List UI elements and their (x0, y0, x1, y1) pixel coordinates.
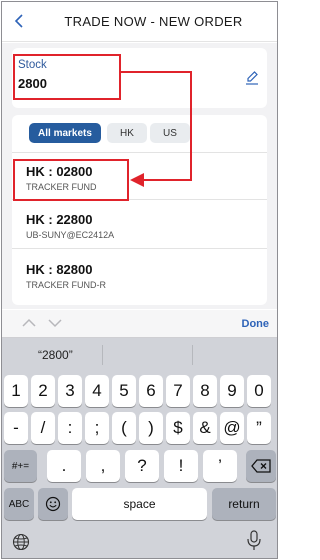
key-semicolon[interactable]: ; (85, 412, 109, 444)
abc-key[interactable]: ABC (4, 488, 34, 520)
key-apostrophe[interactable]: ’ (203, 450, 237, 482)
key-8[interactable]: 8 (193, 375, 217, 407)
chevron-up-icon[interactable] (22, 318, 36, 328)
return-key[interactable]: return (212, 488, 276, 520)
emoji-key[interactable] (38, 488, 68, 520)
backspace-key[interactable] (246, 450, 276, 482)
phone-screen: TRADE NOW - NEW ORDER Stock 2800 All mar… (1, 1, 278, 559)
key-exclamation[interactable]: ! (164, 450, 198, 482)
suggestion-divider (102, 345, 103, 365)
microphone-icon[interactable] (246, 530, 262, 552)
keyboard-toolbar (2, 310, 277, 338)
key-7[interactable]: 7 (166, 375, 190, 407)
suggestion-divider (192, 345, 193, 365)
key-6[interactable]: 6 (139, 375, 163, 407)
key-quote[interactable]: ” (247, 412, 271, 444)
key-question[interactable]: ? (125, 450, 159, 482)
key-2[interactable]: 2 (31, 375, 55, 407)
key-5[interactable]: 5 (112, 375, 136, 407)
key-ampersand[interactable]: & (193, 412, 217, 444)
key-comma[interactable]: , (86, 450, 120, 482)
key-3[interactable]: 3 (58, 375, 82, 407)
key-close-paren[interactable]: ) (139, 412, 163, 444)
key-4[interactable]: 4 (85, 375, 109, 407)
symbols-key[interactable]: #+= (4, 450, 37, 482)
chevron-down-icon[interactable] (48, 318, 62, 328)
emoji-icon (45, 496, 61, 512)
backspace-icon (251, 459, 271, 473)
globe-icon[interactable] (12, 533, 30, 551)
key-hyphen[interactable]: - (4, 412, 28, 444)
key-dollar[interactable]: $ (166, 412, 190, 444)
suggestion-item[interactable]: “2800” (38, 348, 73, 362)
done-button[interactable]: Done (242, 318, 270, 330)
key-9[interactable]: 9 (220, 375, 244, 407)
key-1[interactable]: 1 (4, 375, 28, 407)
space-key[interactable]: space (72, 488, 207, 520)
key-open-paren[interactable]: ( (112, 412, 136, 444)
key-slash[interactable]: / (31, 412, 55, 444)
key-period[interactable]: . (47, 450, 81, 482)
key-at[interactable]: @ (220, 412, 244, 444)
key-0[interactable]: 0 (247, 375, 271, 407)
key-colon[interactable]: : (58, 412, 82, 444)
